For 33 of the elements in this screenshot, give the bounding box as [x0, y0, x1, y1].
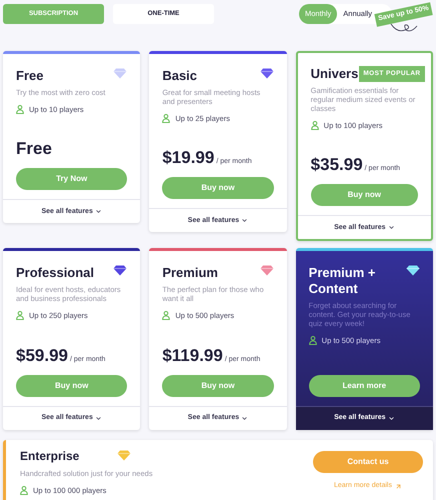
chevron-icon	[388, 414, 394, 422]
plan-title: Univers	[310, 66, 358, 82]
plan-price: $59.99	[16, 346, 68, 366]
chevron-icon	[94, 208, 102, 216]
plan-title: Basic	[162, 68, 198, 84]
plan-button[interactable]: Buy now	[162, 374, 274, 396]
plan-price: $119.99	[162, 346, 223, 366]
chevron-icon	[241, 414, 248, 422]
person-icon	[162, 114, 170, 124]
plan-title: Premium + Content	[308, 265, 376, 298]
contact-button[interactable]: Contact us	[313, 451, 423, 474]
person-icon	[162, 311, 170, 320]
person-icon	[16, 311, 24, 320]
chevron-icon	[94, 414, 102, 422]
plan-title: Enterprise	[20, 448, 80, 465]
plan-title: Premium	[162, 265, 218, 282]
plan-button[interactable]: Learn more	[308, 374, 420, 396]
person-icon	[310, 121, 319, 130]
chevron-icon	[241, 217, 248, 224]
person-icon	[20, 486, 28, 496]
plan-button[interactable]: Buy now	[162, 177, 274, 200]
plan-price: $35.99	[310, 155, 363, 176]
plan-price: Free	[16, 139, 52, 160]
plan-button[interactable]: Try Now	[16, 168, 128, 190]
chevron-icon	[388, 224, 394, 232]
plan-price: $19.99	[162, 148, 214, 168]
plan-button[interactable]: Buy now	[310, 184, 418, 206]
person-icon	[308, 336, 317, 346]
plan-title: Professional	[16, 265, 94, 282]
plan-title: Free	[16, 68, 44, 84]
person-icon	[16, 105, 24, 114]
arrow-icon	[394, 483, 402, 490]
plan-button[interactable]: Buy now	[16, 374, 128, 396]
